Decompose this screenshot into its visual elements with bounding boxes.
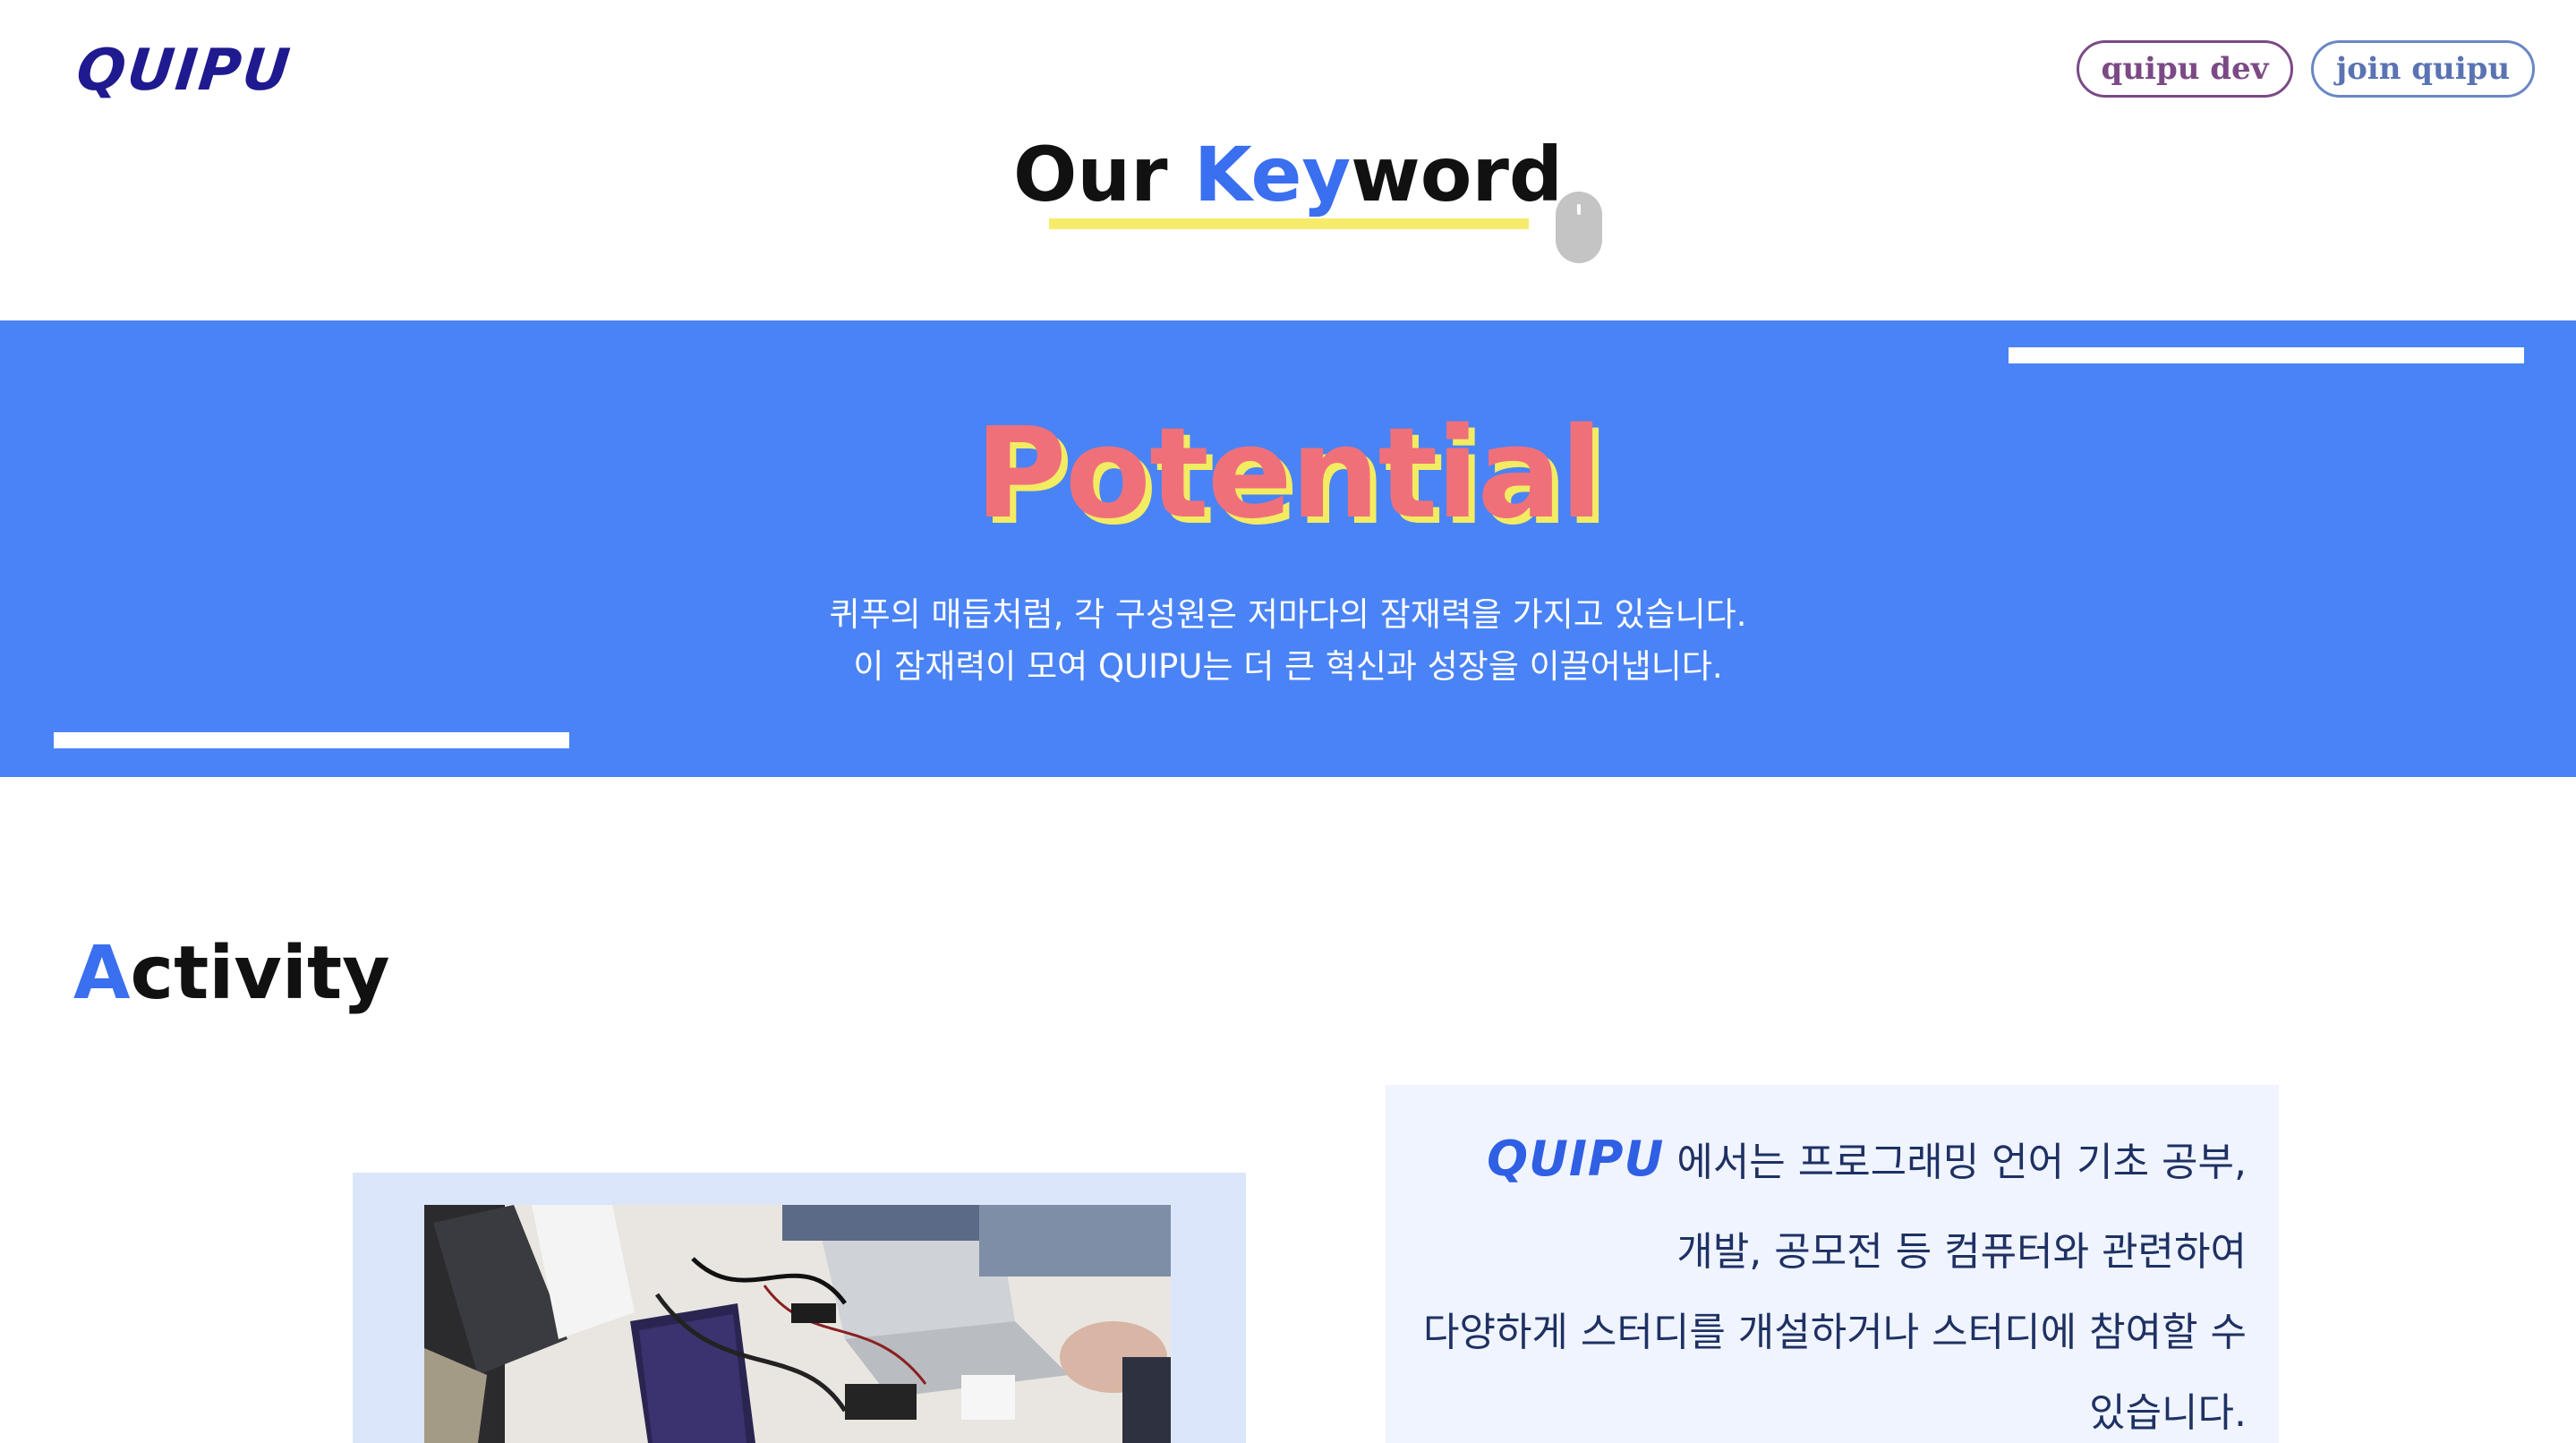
- potential-description-line-1: 퀴푸의 매듭처럼, 각 구성원은 저마다의 잠재력을 가지고 있습니다.: [829, 595, 1747, 634]
- activity-photo-card: [353, 1173, 1246, 1443]
- activity-info-card: QUIPU 에서는 프로그래밍 언어 기초 공부, 개발, 공모전 등 컴퓨터와 …: [1386, 1085, 2279, 1443]
- activity-description-line-2: 개발, 공모전 등 컴퓨터와 관련하여: [1676, 1229, 2247, 1275]
- band-decor-line-bottom: [54, 732, 569, 748]
- activity-description-line-1: QUIPU 에서는 프로그래밍 언어 기초 공부,: [1487, 1130, 2247, 1187]
- activity-description-line-3: 다양하게 스터디를 개설하거나 스터디에 참여할 수: [1422, 1310, 2247, 1355]
- keyword-title-underline: [1049, 218, 1529, 229]
- activity-description-line-1-text: 에서는 프로그래밍 언어 기초 공부,: [1676, 1140, 2247, 1185]
- band-decor-line-top: [2009, 347, 2524, 363]
- quipu-dev-button[interactable]: quipu dev: [2077, 40, 2293, 98]
- potential-band: Potential 퀴푸의 매듭처럼, 각 구성원은 저마다의 잠재력을 가지고…: [0, 320, 2576, 777]
- quipu-logo[interactable]: QUIPU: [73, 38, 294, 104]
- keyword-title-accent: Key: [1193, 131, 1352, 218]
- keyword-title-prefix: Our: [1012, 131, 1194, 218]
- keyword-title-suffix: word: [1351, 131, 1564, 218]
- potential-description-line-2: 이 잠재력이 모여 QUIPU는 더 큰 혁신과 성장을 이끌어냅니다.: [853, 647, 1723, 686]
- activity-photo: [424, 1205, 1171, 1443]
- activity-section-title: Activity: [73, 931, 390, 1016]
- activity-brand-logo: QUIPU: [1487, 1131, 1665, 1187]
- potential-heading: Potential: [975, 401, 1603, 547]
- keyword-section-title: Our Keyword: [0, 125, 2576, 224]
- join-quipu-button[interactable]: join quipu: [2311, 40, 2535, 98]
- activity-description-line-4: 있습니다.: [2089, 1390, 2247, 1436]
- activity-title-accent: A: [73, 931, 131, 1016]
- mouse-scroll-icon: [1556, 192, 1602, 263]
- activity-title-rest: ctivity: [130, 931, 390, 1016]
